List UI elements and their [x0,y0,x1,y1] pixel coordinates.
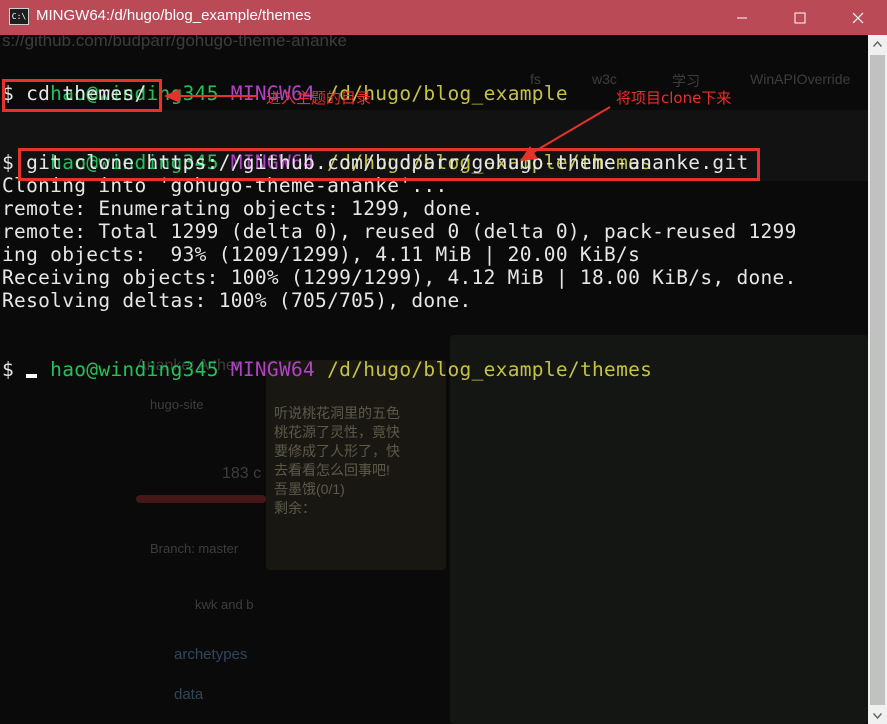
ghost-text: kwk and b [195,597,254,612]
ghost-game-text: 吾墨饿(0/1) [274,481,345,497]
prompt-line: hao@winding345 MINGW64 /d/hugo/blog_exam… [2,335,652,404]
ghost-game-text: 剩余： [274,500,316,516]
annotation-arrows [164,89,611,161]
current-command: $ [2,358,27,381]
scroll-down-button[interactable] [868,707,887,724]
ghost-game-text: 桃花源了灵性，竟快 [274,424,400,440]
ghost-game-text: 去看看怎么回事吧! [274,462,390,478]
vertical-scrollbar[interactable] [868,35,887,724]
prompt-path: /d/hugo/blog_example/themes [327,358,653,381]
command-line[interactable]: $ [2,358,38,381]
prompt-user: hao@winding345 [50,358,219,381]
annotation-note-cd: 进入主题的目录 [266,89,372,107]
terminal-area[interactable]: s://github.com/budparr/gohugo-theme-anan… [0,35,868,724]
output-line: Receiving objects: 100% (1299/1299), 4.1… [2,266,797,289]
title-bar: C:\ MINGW64:/d/hugo/blog_example/themes [0,0,887,35]
close-icon [852,12,864,23]
ghost-text: archetypes [174,646,248,663]
ghost-game-text: 要修成了人形了，快 [274,443,400,459]
arrow-to-git-clone-icon [520,106,611,161]
annotation-note-clone: 将项目clone下来 [616,89,732,107]
scroll-up-button[interactable] [868,35,887,52]
ghost-text: data [174,686,204,703]
terminal-app-icon: C:\ [9,8,29,25]
ghost-text: Branch: master [150,541,239,556]
ghost-github-bar [136,495,266,503]
minimize-icon [737,17,747,18]
ghost-game-text: 听说桃花洞里的五色 [274,405,400,421]
close-button[interactable] [835,0,881,35]
arrow-to-cd-icon [164,89,258,103]
output-line: ing objects: 93% (1209/1299), 4.11 MiB |… [2,243,641,266]
chevron-up-icon [873,40,882,47]
scrollbar-thumb[interactable] [870,55,885,705]
window-title: MINGW64:/d/hugo/blog_example/themes [36,7,312,24]
chevron-down-icon [873,712,882,719]
output-line: Resolving deltas: 100% (705/705), done. [2,289,472,312]
maximize-button[interactable] [777,0,823,35]
text-cursor [26,373,38,378]
prompt-system: MINGW64 [230,358,316,381]
ghost-text: 183 c [222,465,262,482]
minimize-button[interactable] [719,0,765,35]
maximize-icon [794,12,806,23]
